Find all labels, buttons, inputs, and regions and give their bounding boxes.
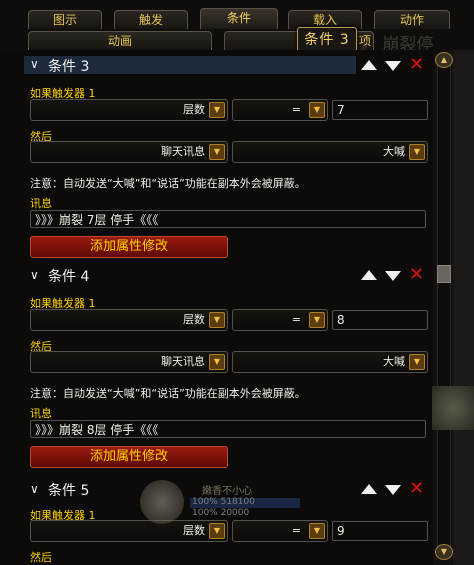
conditions-panel: ∨ 条件 3 ✕ 如果触发器 1 层数 ▼ = ▼ 7 然后 聊天讯息 ▼ 大喊 ▼ 注…: [0, 50, 432, 565]
trigger-field-dropdown[interactable]: 层数 ▼: [30, 99, 228, 121]
health-value: 518100: [220, 497, 255, 507]
dropdown-value: 聊天讯息: [161, 355, 205, 368]
value-input[interactable]: 7: [332, 100, 428, 120]
value-input[interactable]: 8: [332, 310, 428, 330]
dropdown-value: 层数: [183, 313, 205, 326]
right-edge-decoration: [453, 50, 474, 565]
message-label: 讯息: [30, 407, 52, 420]
warning-note: 注意：自动发送“大喊”和“说话”功能在副本外会被屏蔽。: [30, 387, 306, 400]
background-portrait: [432, 386, 474, 430]
condition-title: 条件 4: [48, 269, 90, 285]
dropdown-arrow-icon[interactable]: ▼: [309, 102, 325, 118]
condition-title: 条件 5: [48, 483, 90, 499]
move-up-icon[interactable]: [361, 484, 377, 494]
tooltip-text: 条件 3: [304, 32, 350, 48]
dropdown-value: 大喊: [383, 145, 405, 158]
trigger-field-dropdown[interactable]: 层数 ▼: [30, 309, 228, 331]
dropdown-arrow-icon[interactable]: ▼: [209, 312, 225, 328]
mana-text: 100% 20000: [192, 508, 249, 518]
message-input[interactable]: 》》》崩裂 8层 停手《《《: [30, 420, 426, 438]
dropdown-arrow-icon[interactable]: ▼: [309, 523, 325, 539]
tab-bar: 图示 触发 条件 载入 动作 动画 项 》 崩裂停 条件 3: [0, 0, 474, 55]
dropdown-value: =: [291, 103, 301, 116]
move-down-icon[interactable]: [385, 271, 401, 281]
mana-value: 20000: [220, 508, 250, 518]
avatar: [140, 480, 184, 524]
chevron-down-icon[interactable]: ∨: [30, 482, 39, 496]
operator-dropdown[interactable]: = ▼: [232, 99, 328, 121]
operator-dropdown[interactable]: = ▼: [232, 309, 328, 331]
mana-percent: 100%: [192, 508, 218, 518]
channel-dropdown[interactable]: 大喊 ▼: [232, 141, 428, 163]
message-label: 讯息: [30, 197, 52, 210]
background-unit-frame: 嫩香不小心 100% 518100 100% 20000: [140, 480, 302, 565]
dropdown-arrow-icon[interactable]: ▼: [209, 144, 225, 160]
move-up-icon[interactable]: [361, 270, 377, 280]
scroll-up-icon[interactable]: ▲: [435, 52, 453, 68]
tab-conditions[interactable]: 条件: [200, 8, 278, 29]
dropdown-value: 大喊: [383, 355, 405, 368]
scrollbar-thumb[interactable]: [437, 265, 451, 283]
tab-animations[interactable]: 动画: [28, 31, 212, 50]
dropdown-value: =: [291, 313, 301, 326]
message-input[interactable]: 》》》崩裂 7层 停手《《《: [30, 210, 426, 228]
delete-icon[interactable]: ✕: [409, 478, 424, 499]
action-dropdown[interactable]: 聊天讯息 ▼: [30, 351, 228, 373]
move-down-icon[interactable]: [385, 61, 401, 71]
value-input[interactable]: 9: [332, 521, 428, 541]
tab-trigger[interactable]: 触发: [114, 10, 188, 29]
dropdown-value: 聊天讯息: [161, 145, 205, 158]
dropdown-arrow-icon[interactable]: ▼: [209, 354, 225, 370]
dropdown-value: 层数: [183, 103, 205, 116]
then-label: 然后: [30, 551, 52, 564]
unit-name: 嫩香不小心: [202, 486, 252, 497]
action-dropdown[interactable]: 聊天讯息 ▼: [30, 141, 228, 163]
health-text: 100% 518100: [192, 497, 255, 507]
chevron-down-icon[interactable]: ∨: [30, 57, 39, 71]
channel-dropdown[interactable]: 大喊 ▼: [232, 351, 428, 373]
chevron-down-icon[interactable]: ∨: [30, 268, 39, 282]
condition-title: 条件 3: [48, 59, 90, 75]
scrollbar-track[interactable]: [437, 62, 451, 554]
warning-note: 注意：自动发送“大喊”和“说话”功能在副本外会被屏蔽。: [30, 177, 306, 190]
dropdown-arrow-icon[interactable]: ▼: [209, 102, 225, 118]
move-up-icon[interactable]: [361, 60, 377, 70]
dropdown-arrow-icon[interactable]: ▼: [409, 354, 425, 370]
dropdown-arrow-icon[interactable]: ▼: [309, 312, 325, 328]
delete-icon[interactable]: ✕: [409, 264, 424, 285]
add-property-change-button[interactable]: 添加属性修改: [30, 236, 228, 258]
scroll-down-icon[interactable]: ▼: [435, 544, 453, 560]
delete-icon[interactable]: ✕: [409, 54, 424, 75]
tab-display[interactable]: 图示: [28, 10, 102, 29]
tab-actions[interactable]: 动作: [374, 10, 450, 29]
dropdown-arrow-icon[interactable]: ▼: [409, 144, 425, 160]
health-percent: 100%: [192, 497, 218, 507]
add-property-change-button[interactable]: 添加属性修改: [30, 446, 228, 468]
move-down-icon[interactable]: [385, 485, 401, 495]
